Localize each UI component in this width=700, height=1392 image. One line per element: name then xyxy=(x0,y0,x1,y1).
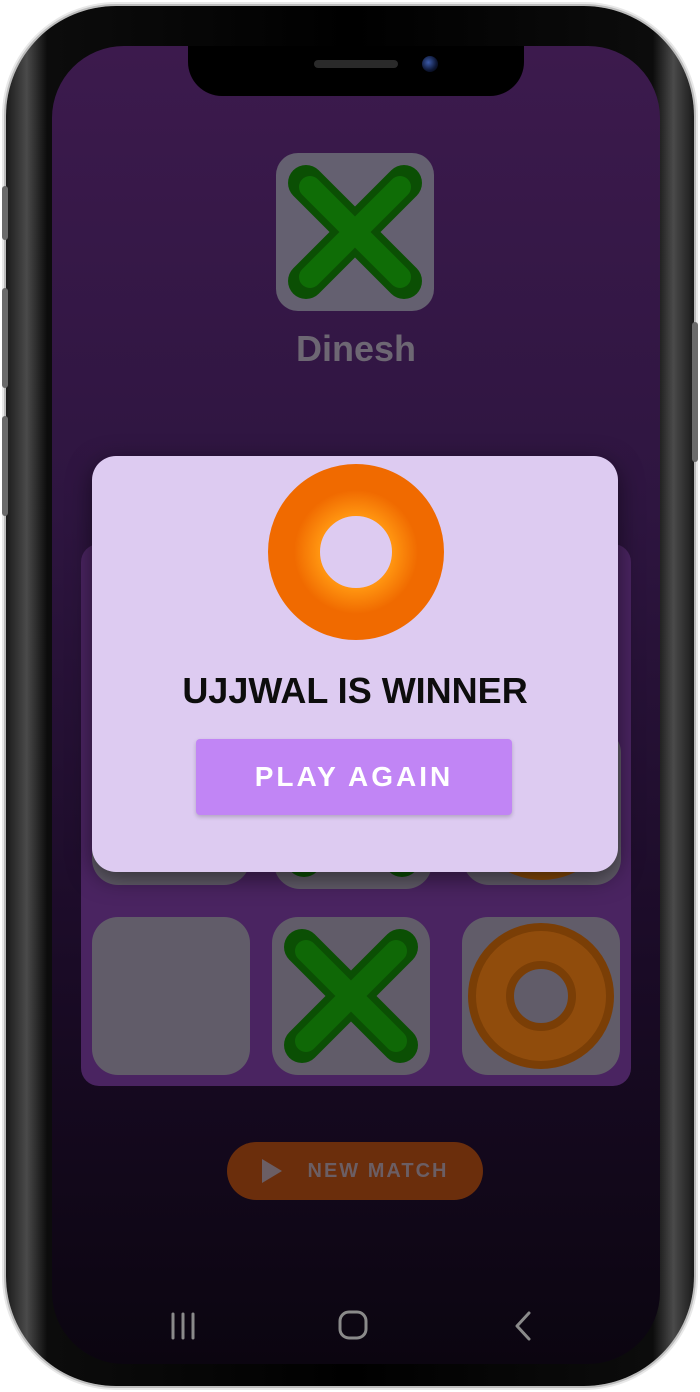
board-cell-bottom-right[interactable] xyxy=(462,917,620,1075)
back-icon xyxy=(515,1311,531,1341)
winner-message: UJJWAL IS WINNER xyxy=(182,670,528,711)
home-button[interactable] xyxy=(323,1306,383,1346)
board-cell-bottom-left[interactable] xyxy=(92,917,250,1075)
o-ring-icon xyxy=(268,464,444,640)
notch xyxy=(188,46,524,96)
winner-dialog: UJJWAL IS WINNER PLAY AGAIN xyxy=(92,456,618,872)
recent-apps-icon xyxy=(171,1312,195,1340)
home-icon xyxy=(338,1310,368,1340)
phone-frame: Dinesh NEW MATCH UJJWAL IS WINNER PLAY A… xyxy=(2,6,698,1386)
player-symbol-tile xyxy=(276,153,434,311)
play-again-button[interactable]: PLAY AGAIN xyxy=(196,739,512,815)
new-match-label: NEW MATCH xyxy=(307,1159,449,1182)
mute-switch xyxy=(2,186,8,240)
speaker xyxy=(314,60,398,68)
x-mark-icon xyxy=(288,165,422,299)
system-nav-bar xyxy=(52,1294,660,1354)
volume-up-button xyxy=(2,288,8,388)
top-player-name: Dinesh xyxy=(295,328,417,369)
play-icon xyxy=(261,1159,282,1183)
new-match-button[interactable]: NEW MATCH xyxy=(227,1142,483,1200)
recent-apps-button[interactable] xyxy=(153,1306,213,1346)
x-mark-icon xyxy=(284,929,418,1063)
back-button[interactable] xyxy=(493,1306,553,1346)
board-cell-bottom-center[interactable] xyxy=(272,917,430,1075)
volume-down-button xyxy=(2,416,8,516)
front-camera xyxy=(422,56,438,72)
power-button xyxy=(692,322,698,462)
o-ring-icon xyxy=(468,923,614,1069)
app-screen: Dinesh NEW MATCH UJJWAL IS WINNER PLAY A… xyxy=(52,46,660,1364)
